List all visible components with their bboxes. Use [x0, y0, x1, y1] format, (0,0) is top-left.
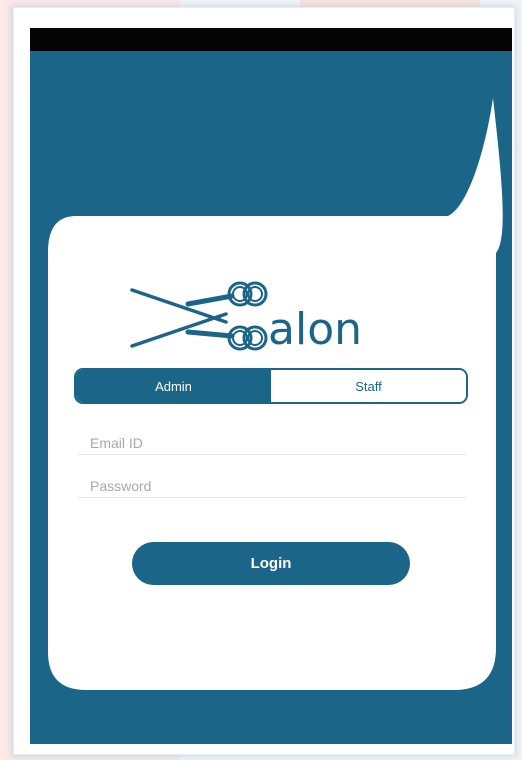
app-screen: alon Admin Staff Login	[30, 28, 512, 744]
login-button[interactable]: Login	[132, 542, 410, 585]
email-field[interactable]	[78, 431, 466, 455]
logo-wordmark: alon	[268, 304, 362, 355]
role-tabs: Admin Staff	[74, 368, 468, 404]
salon-logo: alon	[130, 281, 362, 355]
tab-admin[interactable]: Admin	[76, 370, 271, 402]
password-field[interactable]	[78, 474, 466, 498]
scissors-icon	[130, 281, 268, 351]
tab-staff[interactable]: Staff	[271, 370, 466, 402]
